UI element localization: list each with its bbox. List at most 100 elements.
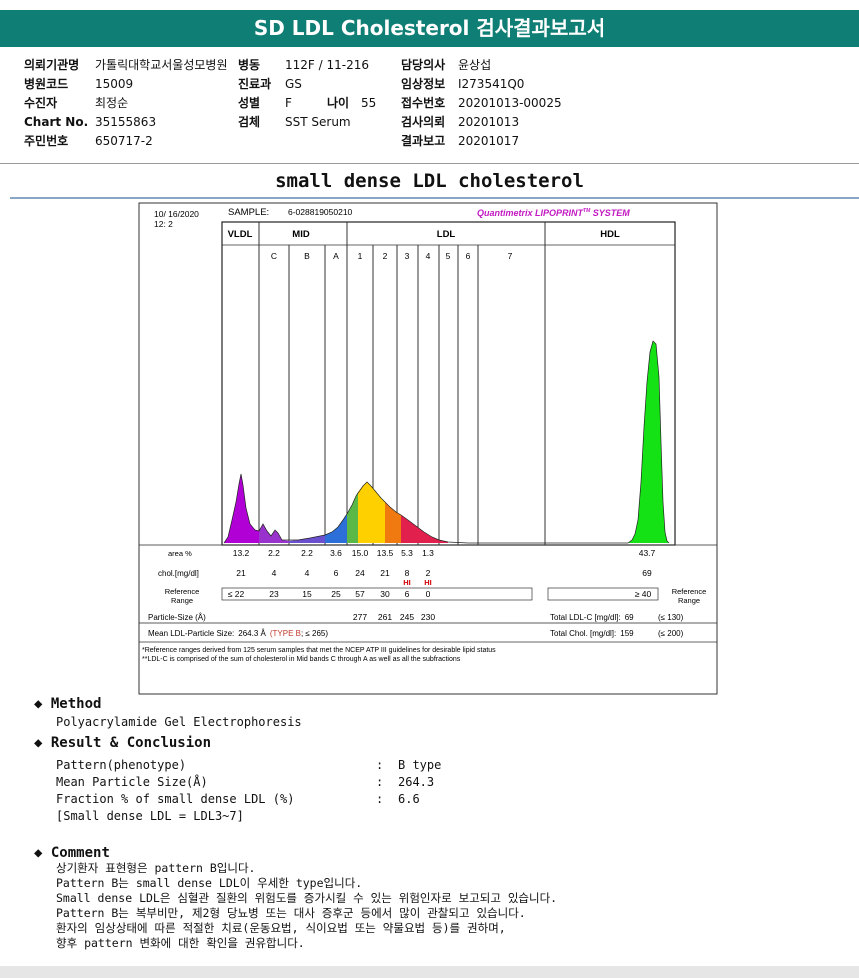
- section-subtitle: small dense LDL cholesterol: [275, 170, 584, 192]
- footnote-2: **LDL-C is comprised of the sum of chole…: [142, 656, 461, 663]
- particle-value: 245: [400, 612, 414, 622]
- age-label: 나이: [327, 96, 350, 110]
- band-label: B: [304, 251, 310, 261]
- area-value: 3.6: [330, 548, 342, 558]
- area-value: 15.0: [352, 548, 369, 558]
- info-label: 접수번호: [401, 96, 446, 110]
- particle-value: 261: [378, 612, 392, 622]
- info-value: 윤상섭: [458, 58, 492, 72]
- comment-heading-text: Comment: [50, 845, 110, 861]
- header-divider: [0, 163, 859, 164]
- info-value: GS: [285, 77, 302, 91]
- total-ldl-ref: (≤ 130): [658, 613, 684, 622]
- particle-value: 277: [353, 612, 367, 622]
- group-label-vldl: VLDL: [228, 229, 253, 240]
- system-suffix: SYSTEM: [590, 208, 630, 218]
- total-chol-label: Total Chol. [mg/dl]:: [550, 629, 616, 638]
- result-row: Fraction % of small dense LDL (%):6.6: [56, 791, 441, 808]
- chol-value: 21: [236, 568, 246, 578]
- ref-value: 15: [302, 589, 312, 599]
- info-label: 수진자: [24, 96, 58, 110]
- total-ldl: Total LDL-C [mg/dl]: 69 (≤ 130): [550, 613, 684, 622]
- info-label: 결과보고: [401, 134, 446, 148]
- info-row: 접수번호 20201013-00025: [401, 94, 562, 113]
- ref-value: 0: [426, 589, 431, 599]
- bottom-bar: [0, 966, 859, 978]
- area-label: area %: [168, 549, 192, 558]
- subtitle-underline: [10, 197, 859, 199]
- ref-value: 25: [331, 589, 341, 599]
- method-text: Polyacrylamide Gel Electrophoresis: [56, 715, 302, 729]
- report-time: 12: 2: [154, 219, 173, 229]
- patient-info-col1: 의뢰기관명 가톨릭대학교서울성모병원 병원코드 15009 수진자 최정순 Chart…: [24, 56, 227, 151]
- area-value: 2.2: [268, 548, 280, 558]
- info-row: Chart No. 35155863: [24, 113, 227, 132]
- info-row: 병원코드 15009: [24, 75, 227, 94]
- info-label: 진료과: [238, 77, 272, 91]
- band-label: C: [271, 251, 277, 261]
- info-row: 담당의사 윤상섭: [401, 56, 562, 75]
- result-section: ◆ Result & Conclusion Pattern(phenotype)…: [34, 735, 441, 825]
- ref-value: 30: [380, 589, 390, 599]
- particle-value: 230: [421, 612, 435, 622]
- band-label: 1: [358, 251, 363, 261]
- total-chol-ref: (≤ 200): [658, 629, 684, 638]
- info-label: 검체: [238, 115, 261, 129]
- group-label-ldl: LDL: [437, 229, 456, 240]
- info-row: 검사의뢰 20201013: [401, 113, 562, 132]
- ref-right-line1: Reference: [672, 587, 707, 596]
- info-value: 최정순: [95, 96, 129, 110]
- info-value: 가톨릭대학교서울성모병원: [95, 58, 228, 72]
- ref-value: 57: [355, 589, 365, 599]
- group-label-hdl: HDL: [600, 229, 620, 240]
- type-suffix: ; ≤ 265): [301, 629, 328, 638]
- chol-value-hdl: 69: [642, 568, 652, 578]
- info-label: 주민번호: [24, 134, 69, 148]
- ref-label-line2: Range: [171, 596, 193, 605]
- result-sep: :: [376, 758, 384, 772]
- info-value: 20201017: [458, 134, 520, 148]
- mean-value: 264.3 Å: [238, 629, 266, 638]
- chol-value: 24: [355, 568, 365, 578]
- comment-heading: ◆ Comment: [34, 845, 557, 861]
- ref-label-line1: Reference: [165, 587, 200, 596]
- info-value: SST Serum: [285, 115, 351, 129]
- area-value: 13.5: [377, 548, 394, 558]
- info-row: 성별 F 나이 55: [238, 94, 376, 113]
- info-label: 검사의뢰: [401, 115, 446, 129]
- ref-value-hdl: ≥ 40: [635, 589, 652, 599]
- info-value: I273541Q0: [458, 77, 525, 91]
- age-value: 55: [361, 96, 377, 110]
- chol-value: 4: [305, 568, 310, 578]
- band-label: A: [333, 251, 339, 261]
- ref-value: 6: [405, 589, 410, 599]
- lipoprint-report: 10/ 16/2020 12: 2 SAMPLE: 6-028819050210…: [138, 202, 718, 695]
- info-label: 성별: [238, 96, 261, 110]
- comment-line: 환자의 임상상태에 따른 적절한 치료(운동요법, 식이요법 또는 약물요법 등…: [56, 921, 506, 935]
- result-label: Fraction % of small dense LDL (%): [56, 792, 295, 806]
- result-value: 264.3: [398, 775, 435, 789]
- chol-value: 8: [405, 568, 410, 578]
- comment-line: 향후 pattern 변화에 대한 확인을 권유합니다.: [56, 936, 305, 950]
- chol-value: 21: [380, 568, 390, 578]
- info-value: 112F / 11-216: [285, 58, 369, 72]
- comment-line: Pattern B는 복부비만, 제2형 당뇨병 또는 대사 증후군 등에서 많…: [56, 906, 526, 920]
- info-value: 35155863: [95, 115, 157, 129]
- band-label: 6: [466, 251, 471, 261]
- info-value: F: [285, 96, 292, 110]
- bullet-diamond-icon: ◆: [34, 696, 43, 712]
- comment-line: 상기환자 표현형은 pattern B입니다.: [56, 861, 256, 875]
- band-label: 2: [383, 251, 388, 261]
- method-heading: ◆ Method: [34, 696, 302, 712]
- ref-right-line2: Range: [678, 596, 700, 605]
- band-label: 7: [508, 251, 513, 261]
- result-heading: ◆ Result & Conclusion: [34, 735, 441, 751]
- comment-section: ◆ Comment 상기환자 표현형은 pattern B입니다. Patter…: [34, 845, 557, 951]
- result-value: B type: [398, 758, 442, 772]
- result-label: Pattern(phenotype): [56, 758, 187, 772]
- info-label: Chart No.: [24, 115, 89, 129]
- info-row: 임상정보 I273541Q0: [401, 75, 562, 94]
- area-value: 5.3: [401, 548, 413, 558]
- sample-label: SAMPLE:: [228, 207, 269, 218]
- mean-size: Mean LDL-Particle Size: 264.3 Å (TYPE B; ≤…: [148, 629, 328, 638]
